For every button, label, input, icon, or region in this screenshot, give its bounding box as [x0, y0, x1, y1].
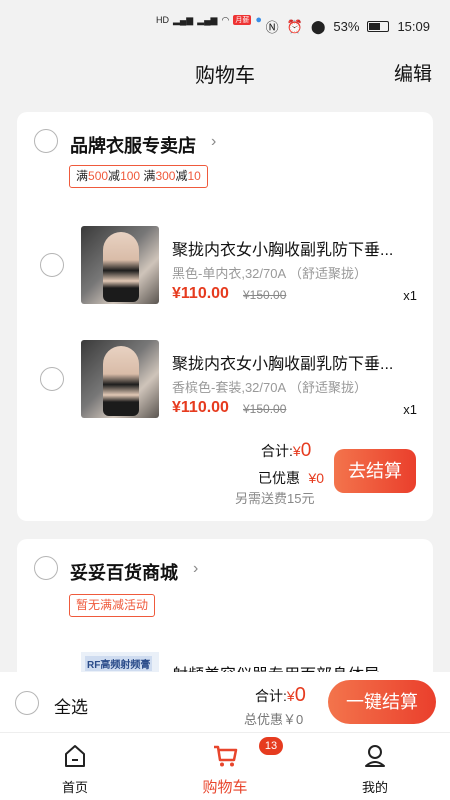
edit-button[interactable]: 编辑	[394, 59, 432, 86]
shipping-note: 另需送费15元	[235, 491, 315, 506]
cart-summary-bar: 全选 合计:¥0 总优惠￥0 一键结算	[0, 672, 450, 732]
nfc-icon: Ⓝ	[265, 20, 279, 35]
chevron-right-icon[interactable]: ›	[193, 560, 198, 578]
page-title: 购物车	[195, 65, 255, 87]
promo-tag: 满500减100 满300减10	[69, 165, 208, 188]
promo-tag: 暂无满减活动	[69, 594, 156, 617]
tab-home[interactable]: 首页	[0, 733, 150, 800]
grand-total: 合计:¥0	[255, 684, 306, 706]
item-select-radio[interactable]	[40, 253, 64, 277]
item-title[interactable]: 聚拢内衣女小胸收副乳防下垂...	[172, 350, 417, 374]
hd-icon: HD	[156, 15, 169, 25]
shop-total: 合计:¥0	[261, 440, 312, 461]
status-icons-right: Ⓝ ⏰ ⬤ 53% 15:09	[266, 17, 430, 36]
item-price: ¥110.00	[172, 285, 229, 302]
shop-select-radio[interactable]	[34, 556, 58, 580]
app-badge-icon: 月薪	[233, 15, 252, 25]
battery-percent: 53%	[333, 19, 360, 34]
shop-card: 品牌衣服专卖店 › 满500减100 满300减10 聚拢内衣女小胸收副乳防下垂…	[17, 112, 433, 521]
total-discount: 总优惠￥0	[244, 712, 304, 727]
item-quantity: x1	[403, 402, 417, 417]
tab-profile[interactable]: 我的	[300, 733, 450, 800]
item-quantity: x1	[403, 288, 417, 303]
status-icons-left: HD ▂▄▆ ▂▄▆ ◠ 月薪 ●	[156, 14, 262, 26]
status-bar: HD ▂▄▆ ▂▄▆ ◠ 月薪 ● Ⓝ ⏰ ⬤ 53% 15:09	[0, 0, 450, 50]
app-header: 购物车 编辑	[0, 50, 450, 95]
item-spec: 香槟色-套装,32/70A （舒适聚拢）	[172, 380, 368, 395]
shop-select-radio[interactable]	[34, 129, 58, 153]
cart-icon	[214, 745, 238, 767]
signal-icon: ▂▄▆	[173, 14, 194, 25]
signal-icon: ▂▄▆	[197, 14, 218, 25]
shop-discount: 已优惠 ¥0	[258, 470, 325, 486]
clock: 15:09	[397, 19, 430, 34]
shop-card: 妥妥百货商城 › 暂无满减活动 RF高频射频膏 射频美容仪器专用面部身体导	[17, 539, 433, 689]
chevron-right-icon[interactable]: ›	[211, 133, 216, 151]
item-select-radio[interactable]	[40, 367, 64, 391]
wifi-icon: ◠	[221, 14, 230, 25]
checkout-button[interactable]: 去结算	[334, 449, 416, 493]
product-image-label: RF高频射频膏	[85, 656, 153, 671]
select-all-radio[interactable]	[15, 691, 39, 715]
home-icon	[65, 745, 85, 767]
item-spec: 黑色-单内衣,32/70A （舒适聚拢）	[172, 266, 368, 281]
tab-bar: 首页 购物车 我的	[0, 732, 450, 800]
product-image[interactable]	[81, 340, 159, 418]
item-price: ¥110.00	[172, 399, 229, 416]
shield-icon: ●	[255, 14, 262, 26]
cart-item[interactable]: 聚拢内衣女小胸收副乳防下垂... 香槟色-套装,32/70A （舒适聚拢） ¥1…	[17, 340, 433, 424]
cart-item[interactable]: 聚拢内衣女小胸收副乳防下垂... 黑色-单内衣,32/70A （舒适聚拢） ¥1…	[17, 226, 433, 310]
alarm-icon: ⏰	[286, 18, 303, 34]
battery-icon	[367, 21, 390, 32]
shop-name[interactable]: 妥妥百货商城	[70, 559, 178, 585]
cart-count-badge: 13	[259, 737, 283, 755]
product-image[interactable]	[81, 226, 159, 304]
select-all-label[interactable]: 全选	[54, 693, 88, 718]
location-icon: ⬤	[310, 18, 326, 34]
item-title[interactable]: 聚拢内衣女小胸收副乳防下垂...	[172, 236, 417, 260]
item-original-price: ¥150.00	[243, 288, 287, 302]
shop-name[interactable]: 品牌衣服专卖店	[70, 132, 196, 158]
checkout-all-button[interactable]: 一键结算	[328, 680, 436, 724]
item-original-price: ¥150.00	[243, 402, 287, 416]
profile-icon	[365, 745, 385, 767]
